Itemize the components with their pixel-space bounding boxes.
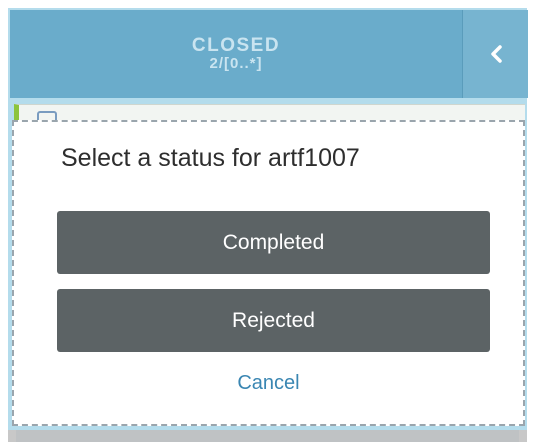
kanban-column-view: CLOSED 2/[0..*] Select a status for artf… xyxy=(0,0,533,442)
chevron-left-icon xyxy=(489,45,503,63)
column-header: CLOSED 2/[0..*] xyxy=(10,10,528,98)
column-footer xyxy=(8,430,527,442)
cancel-link[interactable]: Cancel xyxy=(14,372,523,395)
column-footer-inner xyxy=(16,430,519,442)
column-wip-limit: 2/[0..*] xyxy=(209,55,263,73)
completed-button[interactable]: Completed xyxy=(57,211,490,274)
column-status-label: CLOSED xyxy=(191,35,281,57)
collapse-column-button[interactable] xyxy=(462,10,528,98)
column-title: CLOSED 2/[0..*] xyxy=(10,10,462,98)
status-select-dialog: Select a status for artf1007 Completed R… xyxy=(12,120,525,426)
rejected-button[interactable]: Rejected xyxy=(57,289,490,352)
dialog-title: Select a status for artf1007 xyxy=(61,144,360,172)
